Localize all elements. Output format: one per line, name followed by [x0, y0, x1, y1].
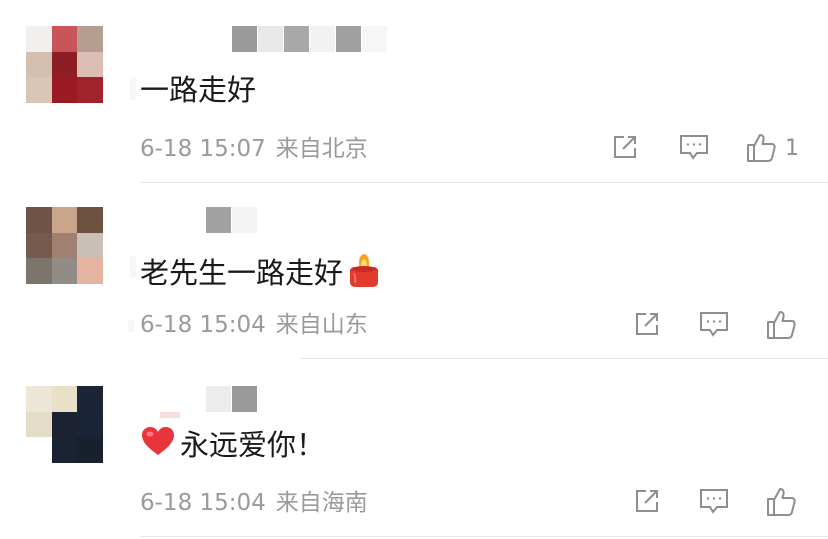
like-button[interactable]: [765, 486, 797, 518]
comment-divider: [140, 536, 828, 537]
avatar-mosaic-tile: [77, 386, 103, 412]
username-mosaic-block: [232, 386, 257, 412]
comment-meta: 6-18 15:04 来自海南: [140, 488, 368, 518]
comment-time: 6-18 15:04: [140, 490, 266, 516]
share-button[interactable]: [632, 486, 662, 516]
comment-icon: [698, 486, 730, 516]
thumbs-up-icon: [765, 486, 797, 518]
avatar-mosaic-tile: [26, 386, 52, 412]
comment-actions: [620, 486, 828, 520]
comment-text: 永远爱你！: [140, 425, 325, 465]
avatar-mosaic-tile: [77, 411, 103, 438]
blur-artifact: [160, 412, 180, 418]
username-blurred[interactable]: [206, 386, 266, 412]
heart-emoji-icon: [140, 425, 176, 465]
comment-item-3: 永远爱你！ 6-18 15:04 来自海南: [0, 0, 828, 539]
avatar-mosaic-tile: [51, 386, 78, 412]
avatar-mosaic-tile: [26, 437, 52, 463]
share-icon: [632, 486, 662, 516]
avatar-mosaic-tile: [51, 437, 78, 463]
comment-text-content: 永远爱你！: [180, 428, 326, 462]
username-mosaic-block: [206, 386, 231, 412]
avatar-mosaic-tile: [77, 437, 103, 463]
comment-location: 来自海南: [275, 490, 368, 516]
avatar-mosaic-tile: [51, 411, 78, 438]
avatar[interactable]: [26, 386, 103, 463]
avatar-mosaic-tile: [26, 411, 52, 438]
reply-button[interactable]: [698, 486, 730, 516]
